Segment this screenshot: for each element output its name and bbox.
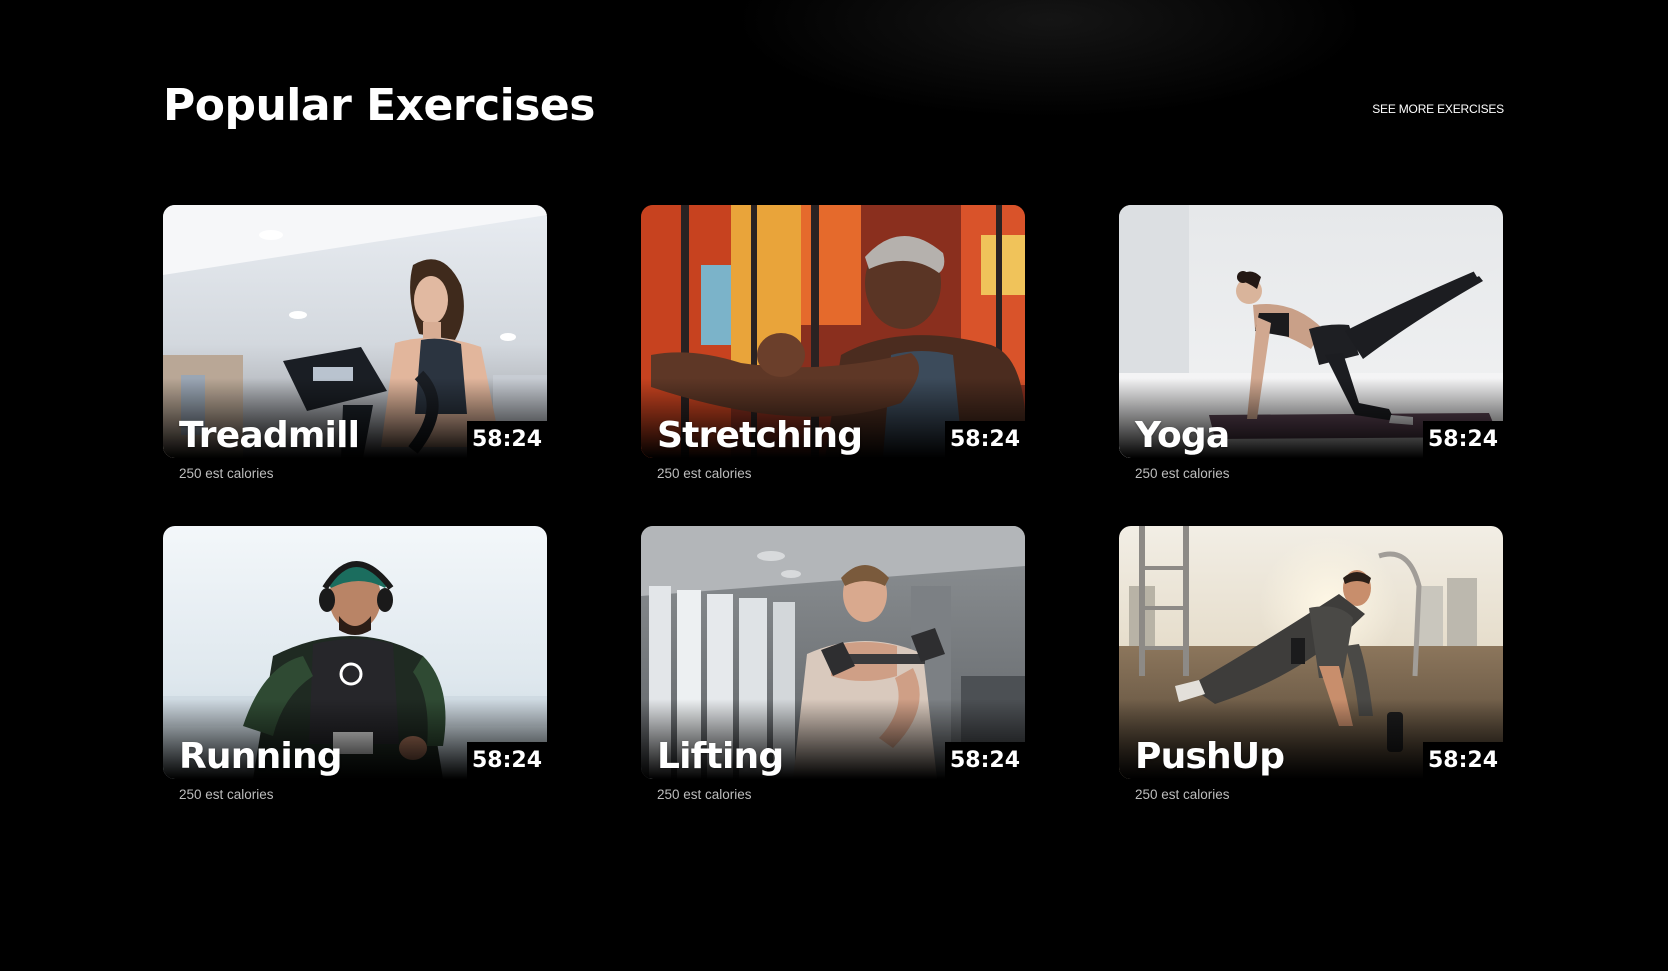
exercise-grid: Treadmill 58:24 250 est calories Stretch… <box>163 205 1504 802</box>
exercise-name: PushUp <box>1135 736 1285 777</box>
exercise-name: Lifting <box>657 736 784 777</box>
exercise-duration: 58:24 <box>1423 742 1503 780</box>
exercise-name: Treadmill <box>179 415 360 456</box>
exercise-duration: 58:24 <box>467 421 547 459</box>
exercise-card-pushup[interactable]: PushUp 58:24 250 est calories <box>1119 526 1503 802</box>
exercise-card-treadmill[interactable]: Treadmill 58:24 250 est calories <box>163 205 547 481</box>
see-more-exercises-link[interactable]: SEE MORE EXERCISES <box>1372 102 1504 116</box>
exercise-calories: 250 est calories <box>179 787 274 802</box>
exercise-duration: 58:24 <box>945 421 1025 459</box>
exercise-calories: 250 est calories <box>657 466 752 481</box>
exercise-calories: 250 est calories <box>657 787 752 802</box>
exercise-name: Stretching <box>657 415 863 456</box>
exercise-name: Yoga <box>1135 415 1230 456</box>
exercise-card-lifting[interactable]: Lifting 58:24 250 est calories <box>641 526 1025 802</box>
section-header: Popular Exercises SEE MORE EXERCISES <box>163 74 1504 140</box>
exercise-card-yoga[interactable]: Yoga 58:24 250 est calories <box>1119 205 1503 481</box>
exercise-calories: 250 est calories <box>1135 466 1230 481</box>
exercise-name: Running <box>179 736 343 777</box>
exercise-calories: 250 est calories <box>1135 787 1230 802</box>
exercise-card-stretching[interactable]: Stretching 58:24 250 est calories <box>641 205 1025 481</box>
exercise-card-running[interactable]: Running 58:24 250 est calories <box>163 526 547 802</box>
exercise-duration: 58:24 <box>467 742 547 780</box>
exercise-duration: 58:24 <box>1423 421 1503 459</box>
page-title: Popular Exercises <box>163 80 595 131</box>
exercise-calories: 250 est calories <box>179 466 274 481</box>
exercise-duration: 58:24 <box>945 742 1025 780</box>
